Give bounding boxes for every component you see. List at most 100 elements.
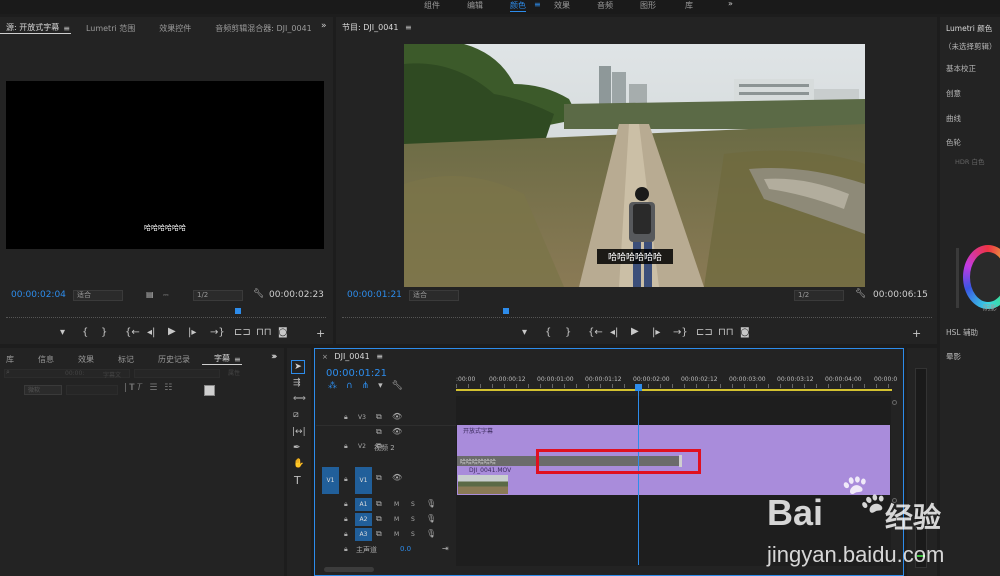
track-spacer-eye-icon[interactable]: 👁︎: [392, 427, 402, 436]
panel-overflow-icon[interactable]: »: [321, 21, 327, 31]
track-a1-target[interactable]: A1: [355, 498, 372, 511]
track-spacer-sync-icon[interactable]: ⧉: [376, 427, 382, 437]
program-play-icon[interactable]: ▶: [631, 326, 639, 337]
track-v3-eye-icon[interactable]: 👁︎: [392, 412, 402, 421]
track-a1-solo[interactable]: S: [411, 501, 415, 508]
track-master-end-icon[interactable]: ⇥: [442, 544, 449, 553]
track-a2-lock-icon[interactable]: 🔒︎: [344, 515, 348, 524]
menu-item-edit[interactable]: 编辑: [467, 0, 483, 11]
timeline-vscroll-top[interactable]: [892, 400, 897, 405]
program-mark-out-icon[interactable]: }: [565, 327, 571, 338]
timeline-close-icon[interactable]: ×: [322, 353, 328, 361]
tab-info[interactable]: 信息: [26, 354, 66, 365]
track-a1-sync-icon[interactable]: ⧉: [376, 499, 382, 509]
track-a2-solo[interactable]: S: [411, 516, 415, 523]
program-step-forward-icon[interactable]: |▸: [652, 327, 660, 338]
track-v1-lock-icon[interactable]: 🔒︎: [344, 475, 348, 484]
caption-font-dropdown[interactable]: 微软: [24, 385, 62, 395]
track-a1-mic-icon[interactable]: 🎙︎: [426, 499, 436, 508]
hand-tool-icon[interactable]: ✋: [293, 459, 304, 469]
source-play-icon[interactable]: ▶: [168, 326, 176, 337]
menu-item-library[interactable]: 库: [685, 0, 693, 11]
menu-item-assembly[interactable]: 组件: [424, 0, 440, 11]
track-a2-sync-icon[interactable]: ⧉: [376, 514, 382, 524]
timeline-menu-icon[interactable]: ≡: [376, 352, 383, 361]
program-lift-icon[interactable]: ⊏⊐: [696, 327, 713, 338]
program-menu-icon[interactable]: ≡: [405, 23, 412, 32]
tab-markers[interactable]: 标记: [106, 354, 146, 365]
razor-tool-icon[interactable]: ⧄: [293, 410, 299, 420]
source-mark-out-icon[interactable]: }: [101, 327, 107, 338]
track-v1-source-target[interactable]: V1: [322, 467, 339, 494]
track-v2-lock-icon[interactable]: 🔒︎: [344, 442, 348, 451]
tab-history[interactable]: 历史记录: [146, 354, 202, 365]
timeline-playhead-handle[interactable]: [635, 384, 642, 391]
caption-size-field[interactable]: [66, 385, 118, 395]
program-resolution-dropdown[interactable]: 1/2: [794, 290, 844, 301]
program-timecode-current[interactable]: 00:00:01:21: [347, 290, 402, 300]
source-resolution-dropdown[interactable]: 1/2: [193, 290, 243, 301]
track-v1-target[interactable]: V1: [355, 467, 372, 494]
program-extract-icon[interactable]: ⊓⊓: [718, 327, 734, 338]
tab-library[interactable]: 库: [0, 354, 26, 365]
tab-lumetri-scopes[interactable]: Lumetri 范围: [74, 23, 147, 34]
source-overwrite-icon[interactable]: ⊓⊓: [256, 327, 272, 338]
caption-text-field[interactable]: [134, 369, 220, 378]
program-step-back-icon[interactable]: ◂|: [610, 327, 618, 338]
program-go-to-out-icon[interactable]: →}: [673, 327, 688, 338]
track-a3-target[interactable]: A3: [355, 528, 372, 541]
program-playhead[interactable]: [503, 308, 509, 314]
lumetri-shadow-slider[interactable]: [956, 248, 959, 308]
program-fit-dropdown[interactable]: 适合: [409, 290, 459, 301]
source-playhead[interactable]: [235, 308, 241, 314]
source-extra-icon[interactable]: ⎓: [163, 291, 169, 300]
pen-tool-icon[interactable]: ✒: [293, 443, 301, 453]
lumetri-hsl-secondary[interactable]: HSL 辅助: [946, 327, 978, 338]
source-go-to-in-icon[interactable]: {←: [125, 327, 140, 338]
track-a3-mic-icon[interactable]: 🎙︎: [426, 529, 436, 538]
tools-overflow-icon[interactable]: »: [271, 352, 277, 362]
tab-effects[interactable]: 效果: [66, 354, 106, 365]
source-step-back-icon[interactable]: ◂|: [147, 327, 155, 338]
caption-text-style-icons[interactable]: |𝐓𝑇 ☰ ☷: [124, 383, 174, 393]
source-export-frame-icon[interactable]: ◙: [278, 327, 288, 338]
caption-search-field[interactable]: ⌕ 00:00: 字幕文: [4, 368, 130, 379]
tab-effect-controls[interactable]: 效果控件: [147, 23, 203, 34]
source-add-button-icon[interactable]: +: [316, 327, 325, 340]
track-a2-mute[interactable]: M: [394, 516, 399, 523]
source-insert-icon[interactable]: ⊏⊐: [234, 327, 251, 338]
timeline-ruler[interactable]: :00:00 00:00:00:12 00:00:01:00 00:00:01:…: [456, 372, 897, 392]
program-go-to-in-icon[interactable]: {←: [588, 327, 603, 338]
source-timecode-current[interactable]: 00:00:02:04: [11, 290, 66, 300]
source-go-to-out-icon[interactable]: →}: [210, 327, 225, 338]
timeline-timecode[interactable]: 00:00:01:21: [326, 368, 387, 379]
source-mark-in-icon[interactable]: {: [82, 327, 88, 338]
track-select-tool-icon[interactable]: ⇶: [293, 378, 301, 388]
more-workspaces-icon[interactable]: »: [728, 0, 733, 8]
track-v3-lock-icon[interactable]: 🔒︎: [344, 413, 348, 422]
track-a3-solo[interactable]: S: [411, 531, 415, 538]
track-a1-lock-icon[interactable]: 🔒︎: [344, 500, 348, 509]
lumetri-color-wheels[interactable]: 色轮: [946, 137, 961, 148]
program-wrench-icon[interactable]: 🔧︎: [855, 289, 866, 299]
menu-item-color[interactable]: 颜色: [510, 0, 526, 12]
selection-tool-icon[interactable]: ➤: [291, 360, 305, 374]
lumetri-creative[interactable]: 创意: [946, 88, 961, 99]
program-add-button-icon[interactable]: +: [912, 327, 921, 340]
source-fit-dropdown[interactable]: 适合: [73, 290, 123, 301]
work-area-bar[interactable]: [456, 389, 892, 391]
track-a2-mic-icon[interactable]: 🎙︎: [426, 514, 436, 523]
track-a3-sync-icon[interactable]: ⧉: [376, 529, 382, 539]
timeline-toolbar-icons[interactable]: ⁂∩⋔▾🔧︎: [328, 381, 412, 391]
track-v1-sync-icon[interactable]: ⧉: [376, 473, 382, 483]
source-settings-icon[interactable]: ▤: [146, 290, 154, 299]
timeline-scroll-thumb[interactable]: [324, 567, 374, 572]
program-scrub-bar[interactable]: [342, 314, 932, 318]
menu-icon-hamburger[interactable]: ≡: [534, 0, 541, 9]
menu-item-effects[interactable]: 效果: [554, 0, 570, 11]
program-export-frame-icon[interactable]: ◙: [740, 327, 750, 338]
tab-audio-clip-mixer[interactable]: 音频剪辑混合器: DJI_0041: [203, 23, 323, 34]
slip-tool-icon[interactable]: |↔|: [292, 427, 306, 437]
lumetri-curves[interactable]: 曲线: [946, 113, 961, 124]
lumetri-vignette[interactable]: 晕影: [946, 351, 961, 362]
